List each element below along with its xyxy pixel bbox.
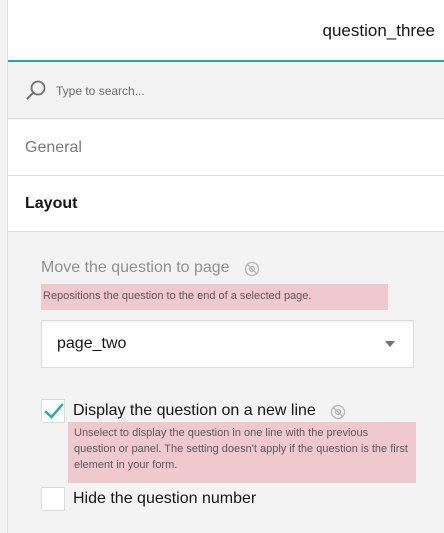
hide-number-label[interactable]: Hide the question number bbox=[73, 490, 256, 508]
move-question-description: Repositions the question to the end of a… bbox=[41, 284, 388, 310]
section-general[interactable]: General bbox=[8, 120, 444, 176]
layout-content: Move the question to page Repositions th… bbox=[8, 232, 444, 533]
search-icon bbox=[26, 80, 46, 100]
new-line-label[interactable]: Display the question on a new line bbox=[73, 402, 316, 420]
move-question-label: Move the question to page bbox=[41, 259, 230, 276]
property-panel: question_three General Layout Move the q… bbox=[7, 0, 444, 533]
help-icon[interactable] bbox=[330, 404, 346, 420]
move-question-dropdown[interactable]: page_two bbox=[41, 320, 414, 368]
search-input[interactable] bbox=[56, 81, 426, 101]
chevron-down-icon bbox=[385, 341, 395, 347]
help-icon[interactable] bbox=[244, 261, 260, 277]
new-line-checkbox[interactable] bbox=[41, 399, 65, 423]
panel-header: question_three bbox=[8, 0, 444, 62]
check-icon bbox=[44, 403, 64, 419]
section-general-title: General bbox=[25, 139, 82, 156]
new-line-description: Unselect to display the question in one … bbox=[68, 422, 416, 483]
section-layout[interactable]: Layout bbox=[8, 176, 444, 232]
section-layout-title: Layout bbox=[25, 195, 78, 212]
hide-number-checkbox[interactable] bbox=[41, 487, 65, 511]
search-bar bbox=[8, 62, 444, 119]
panel-title: question_three bbox=[322, 21, 435, 40]
dropdown-selected-value: page_two bbox=[57, 335, 127, 352]
left-edge bbox=[0, 0, 7, 533]
